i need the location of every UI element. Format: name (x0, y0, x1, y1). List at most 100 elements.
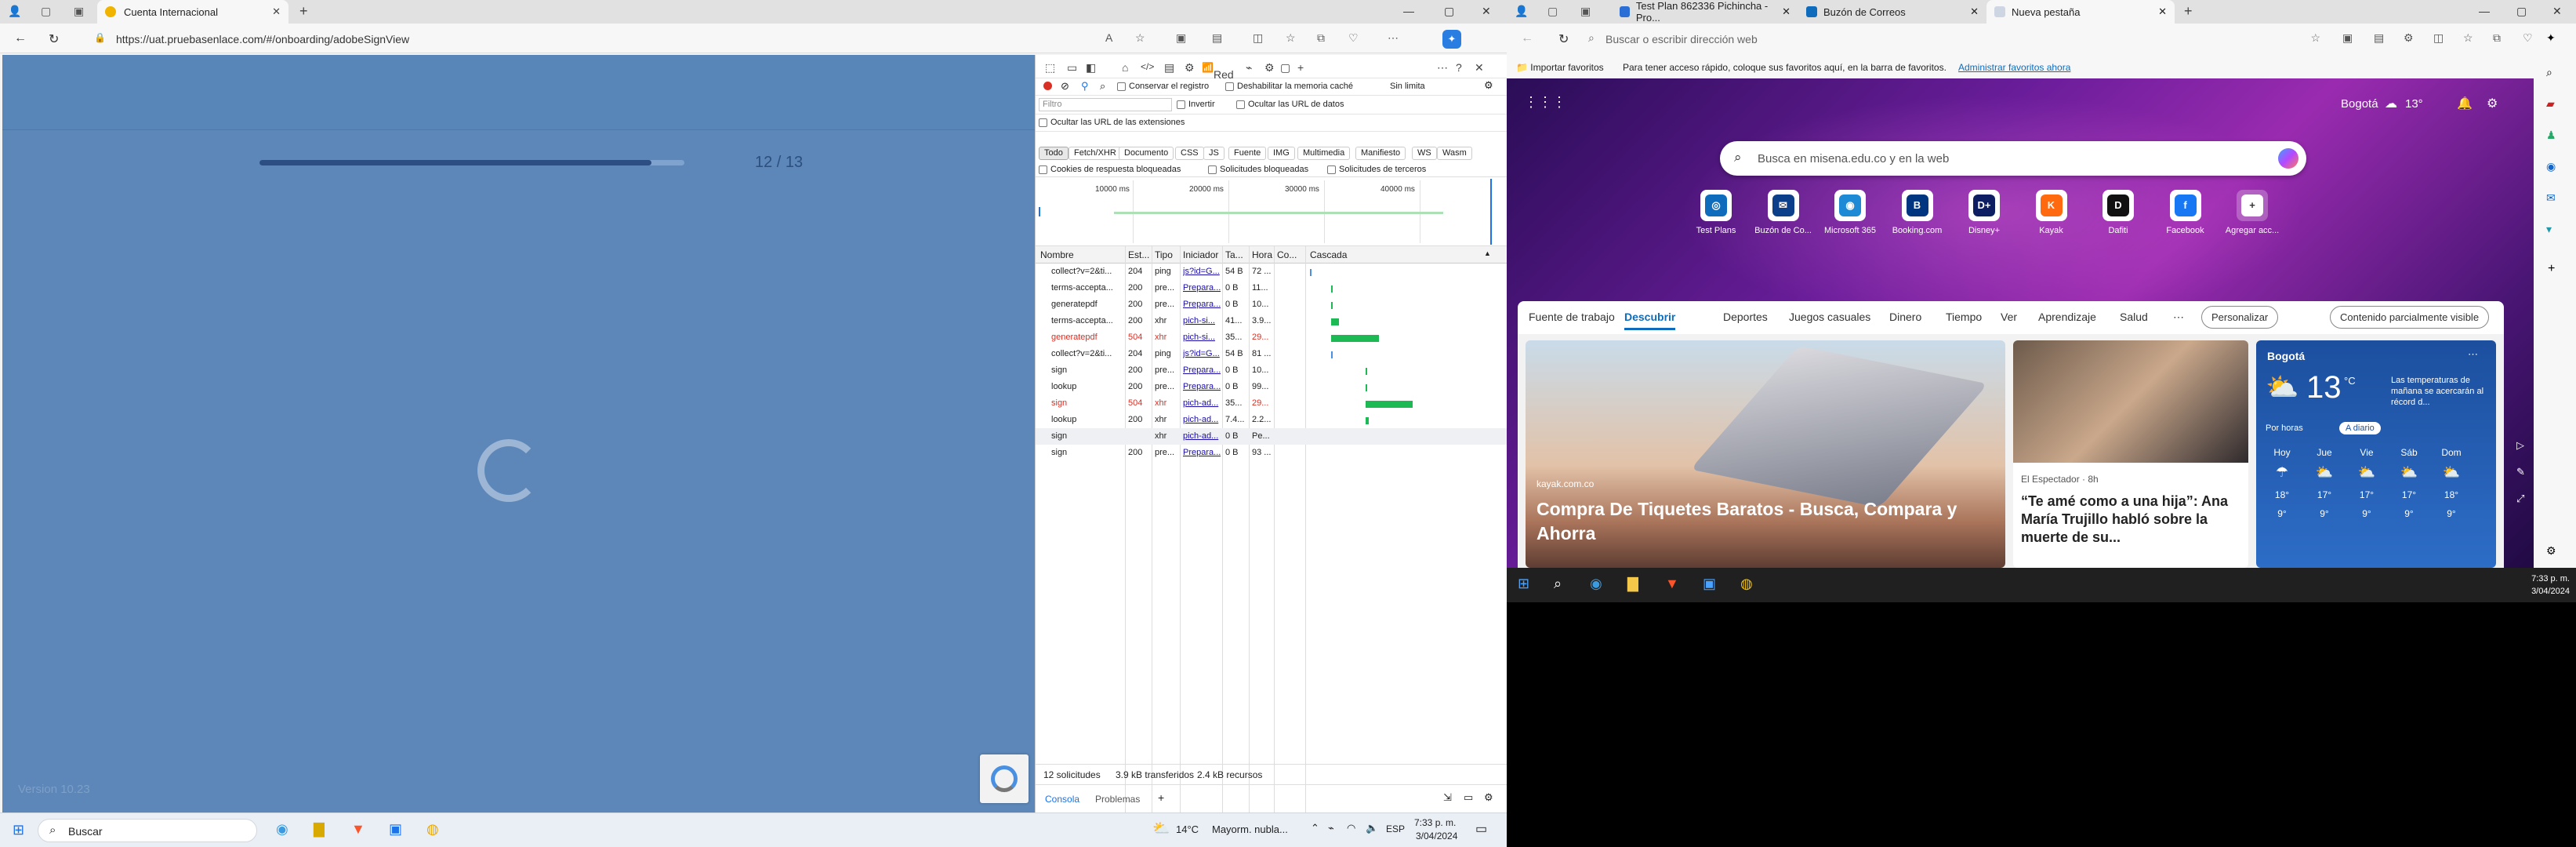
network-row[interactable]: ▭terms-accepta...200pre...Prepara...0 B1… (1036, 280, 1507, 296)
minimize-icon[interactable]: — (1403, 5, 1414, 17)
hide-data-urls-checkbox[interactable]: Ocultar las URL de datos (1236, 100, 1344, 109)
edge-app-icon[interactable]: ◉ (1590, 576, 1602, 592)
weather-city[interactable]: Bogotá (2341, 97, 2378, 111)
col-initiator[interactable]: Iniciador (1183, 249, 1218, 260)
network-row[interactable]: sign 504 xhr pich-ad... 35... 29... (1036, 395, 1507, 412)
row-initiator[interactable]: Prepara... (1183, 365, 1221, 375)
start-icon[interactable]: ⊞ (13, 822, 24, 838)
add-panel-icon[interactable]: + (1297, 61, 1304, 74)
quick-link-buz-n-de-co-[interactable]: ✉ Buzón de Co... (1753, 190, 1814, 235)
feed-tab-salud[interactable]: Salud (2120, 311, 2148, 323)
tab-actions-icon[interactable]: ▣ (1580, 5, 1591, 18)
extension-icon[interactable]: ▣ (2342, 31, 2353, 45)
maximize-icon[interactable]: ▢ (2516, 5, 2527, 18)
feed-tab-fuente-de-trabajo[interactable]: Fuente de trabajo (1529, 311, 1615, 323)
left-url-field[interactable]: 🔒 https://uat.pruebasenlace.com/#/onboar… (82, 28, 1014, 50)
close-window-icon[interactable]: ✕ (1482, 5, 1491, 18)
row-initiator[interactable]: js?id=G... (1183, 349, 1221, 358)
blocked-requests-checkbox[interactable]: Solicitudes bloqueadas (1208, 165, 1308, 174)
row-initiator[interactable]: js?id=G... (1183, 267, 1221, 276)
filter-chip-wasm[interactable]: Wasm (1437, 147, 1472, 160)
feed-tab-tiempo[interactable]: Tiempo (1946, 311, 1982, 323)
copilot-icon[interactable]: ✦ (2546, 31, 2556, 45)
close-tab-icon[interactable]: ✕ (1970, 5, 1979, 18)
web-search-box[interactable]: ⌕ Busca en misena.edu.co y en la web (1720, 141, 2306, 176)
filter-chip-img[interactable]: IMG (1268, 147, 1295, 160)
clear-icon[interactable]: ⊘ (1061, 80, 1069, 93)
explorer-app-icon[interactable]: ▇ (314, 821, 325, 838)
hide-extension-urls-checkbox[interactable]: Ocultar las URL de las extensiones (1039, 118, 1185, 127)
tab-actions-icon[interactable]: ▣ (74, 5, 84, 18)
profile-icon[interactable]: 👤 (8, 5, 21, 18)
notification-icon[interactable]: ▭ (1475, 821, 1487, 837)
brave-app-icon[interactable]: ▼ (1665, 576, 1679, 592)
row-initiator[interactable]: pich-ad... (1183, 431, 1221, 441)
quick-link-test-plans[interactable]: ◎ Test Plans (1685, 190, 1747, 235)
network-row[interactable]: ▭generatepdf200pre...Prepara...0 B10... (1036, 296, 1507, 313)
row-initiator[interactable]: pich-ad... (1183, 398, 1221, 408)
remote-app-icon[interactable]: ▣ (389, 821, 402, 838)
feed-tab-aprendizaje[interactable]: Aprendizaje (2038, 311, 2096, 323)
quick-link-disney-[interactable]: D+ Disney+ (1954, 190, 2015, 235)
tab-nueva-pestana[interactable]: Nueva pestaña ✕ (1986, 0, 2175, 24)
filter-chip-ws[interactable]: WS (1412, 147, 1437, 160)
close-window-icon[interactable]: ✕ (2552, 5, 2562, 18)
elements-icon[interactable]: </> (1141, 61, 1154, 72)
settings-gear-icon[interactable]: ⚙ (2404, 31, 2414, 45)
weather-note[interactable]: Las temperaturas de mañana se acercarán … (2391, 375, 2485, 408)
new-tab-icon[interactable]: + (2184, 3, 2193, 20)
network-row[interactable]: generatepdf 504 xhr pich-si... 35... 29... (1036, 329, 1507, 346)
filter-chip-css[interactable]: CSS (1175, 147, 1204, 160)
notifications-bell-icon[interactable]: 🔔 (2457, 96, 2473, 111)
col-size[interactable]: Ta... (1225, 249, 1243, 260)
row-initiator[interactable]: Prepara... (1183, 448, 1221, 457)
maximize-icon[interactable]: ▢ (1444, 5, 1454, 18)
hourly-tab[interactable]: Por horas (2266, 424, 2303, 433)
filter-input[interactable]: Filtro (1039, 98, 1172, 111)
workspaces-icon[interactable]: ▢ (1547, 5, 1558, 18)
collections-icon[interactable]: ⧉ (2493, 31, 2501, 45)
read-aloud-icon[interactable]: A (1105, 31, 1112, 44)
sidebar-settings-icon[interactable]: ⚙ (2546, 544, 2556, 558)
device-icon[interactable]: ▭ (1067, 61, 1077, 75)
chrome-app-icon[interactable]: ◍ (1740, 576, 1753, 592)
network-overview-timeline[interactable]: 10000 ms 20000 ms 30000 ms 40000 ms (1036, 177, 1507, 246)
outlook-sidebar-icon[interactable]: ✉ (2546, 191, 2556, 205)
feed-tab-ver[interactable]: Ver (2001, 311, 2017, 323)
third-party-checkbox[interactable]: Solicitudes de terceros (1327, 165, 1426, 174)
filter-icon[interactable]: ⚲ (1081, 80, 1089, 93)
network-row[interactable]: ▭lookup200xhrpich-ad...7.4...2.2... (1036, 412, 1507, 428)
games-icon[interactable]: ♟ (2546, 129, 2556, 142)
filter-chip-fuente[interactable]: Fuente (1228, 147, 1267, 160)
import-favorites-link[interactable]: 📁 Importar favoritos (1516, 62, 1604, 73)
row-initiator[interactable]: pich-ad... (1183, 415, 1221, 424)
feed-tab-deportes[interactable]: Deportes (1723, 311, 1768, 323)
taskbar-search[interactable]: ⌕ Buscar (38, 819, 257, 842)
language-indicator[interactable]: ESP (1386, 823, 1405, 834)
back-icon[interactable]: ← (14, 31, 27, 45)
favorite-star-icon[interactable]: ☆ (1135, 31, 1145, 45)
quick-link-kayak[interactable]: K Kayak (2021, 190, 2082, 235)
filter-chip-multimedia[interactable]: Multimedia (1297, 147, 1351, 160)
taskbar-date[interactable]: 3/04/2024 (1416, 831, 1457, 842)
content-visibility-select[interactable]: Contenido parcialmente visible (2330, 306, 2490, 329)
quick-link-booking-com[interactable]: B Booking.com (1887, 190, 1948, 235)
add-drawer-tab-icon[interactable]: + (1158, 791, 1164, 804)
feed-tab-descubrir[interactable]: Descubrir (1624, 311, 1676, 330)
clock-date[interactable]: 3/04/2024 (2524, 587, 2570, 596)
manage-favorites-link[interactable]: Administrar favoritos ahora (1958, 62, 2070, 73)
start-icon[interactable]: ⊞ (1518, 576, 1529, 592)
more-icon[interactable]: ⋯ (2468, 348, 2478, 361)
app-launcher-icon[interactable]: ⋮⋮⋮ (1524, 94, 1566, 111)
close-tab-icon[interactable]: ✕ (1782, 5, 1791, 18)
quick-link-microsoft-365[interactable]: ◉ Microsoft 365 (1820, 190, 1881, 235)
filter-chip-fetch-xhr[interactable]: Fetch/XHR (1068, 147, 1122, 160)
close-tab-icon[interactable]: ✕ (272, 5, 281, 18)
drop-icon[interactable]: ▾ (2546, 223, 2552, 236)
disable-cache-checkbox[interactable]: Deshabilitar la memoria caché (1225, 82, 1353, 91)
tab-buzon[interactable]: Buzón de Correos ✕ (1798, 0, 1986, 24)
taskbar-temp[interactable]: 14°C (1176, 823, 1199, 835)
preserve-log-checkbox[interactable]: Conservar el registro (1117, 82, 1209, 91)
sort-up-icon[interactable]: ▲ (1484, 249, 1491, 257)
daily-tab[interactable]: A diario (2339, 422, 2381, 434)
